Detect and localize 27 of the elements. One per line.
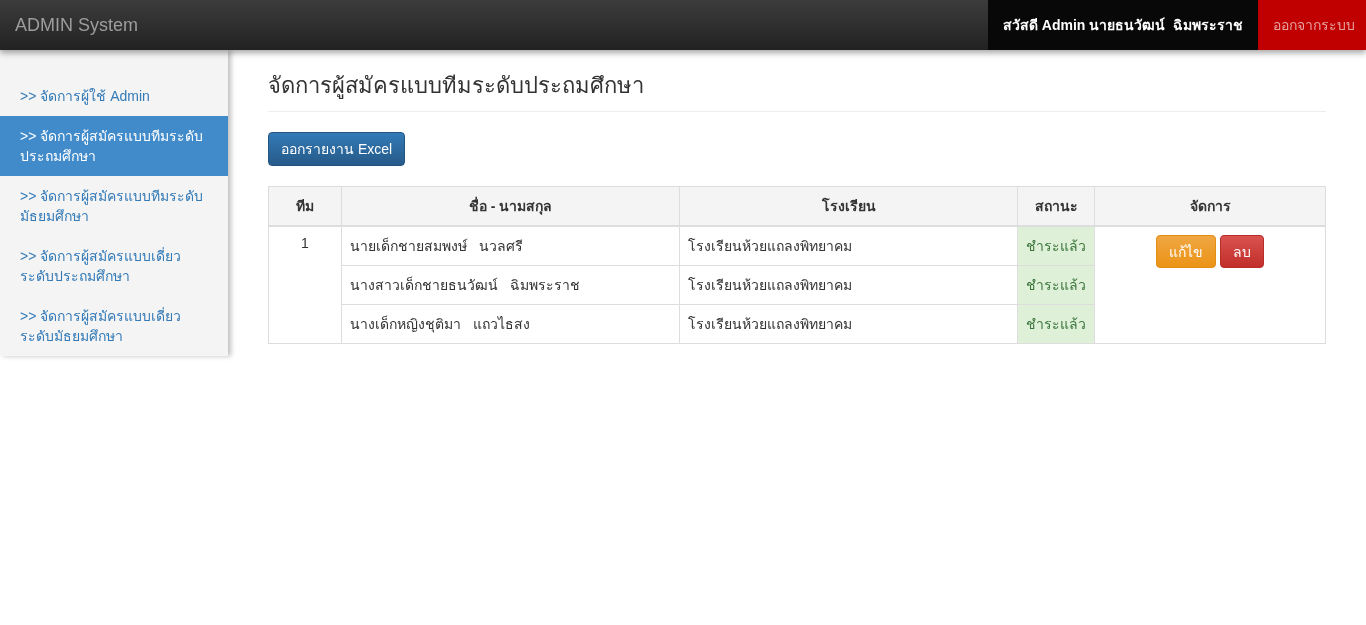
table-cell: นางสาวเด็กชายธนวัฒน์ ฉิมพระราช [341, 265, 680, 305]
delete-button[interactable]: ลบ [1220, 235, 1264, 268]
table-cell: 1 [268, 226, 342, 344]
column-header: ทีม [268, 186, 342, 226]
sidebar-item[interactable]: >> จัดการผู้สมัครแบบทีมระดับมัธยมศึกษา [0, 176, 228, 236]
greeting-text: สวัสดี Admin นายธนวัฒน์ ฉิมพระราช [987, 0, 1258, 50]
table-cell: โรงเรียนห้วยแถลงพิทยาคม [679, 226, 1018, 266]
sidebar-item[interactable]: >> จัดการผู้สมัครแบบทีมระดับประถมศึกษา [0, 116, 228, 176]
sidebar-item[interactable]: >> จัดการผู้สมัครแบบเดี่ยวระดับประถมศึกษา [0, 236, 228, 296]
status-cell: ชำระแล้ว [1017, 265, 1095, 305]
brand-link[interactable]: ADMIN System [0, 0, 153, 50]
column-header: ชื่อ - นามสกุล [341, 186, 680, 226]
table-cell: นายเด็กชายสมพงษ์ นวลศรี [341, 226, 680, 266]
sidebar-item[interactable]: >> จัดการผู้สมัครแบบเดี่ยวระดับมัธยมศึกษา [0, 296, 228, 356]
page-title: จัดการผู้สมัครแบบทีมระดับประถมศึกษา [268, 68, 1326, 112]
edit-button[interactable]: แก้ไข [1156, 235, 1216, 268]
export-excel-button[interactable]: ออกรายงาน Excel [268, 132, 406, 166]
column-header: โรงเรียน [679, 186, 1018, 226]
column-header: จัดการ [1094, 186, 1326, 226]
table-cell: โรงเรียนห้วยแถลงพิทยาคม [679, 304, 1018, 344]
status-cell: ชำระแล้ว [1017, 226, 1095, 266]
logout-link[interactable]: ออกจากระบบ [1258, 0, 1366, 50]
table-cell: นางเด็กหญิงชุติมา แถวไธสง [341, 304, 680, 344]
column-header: สถานะ [1017, 186, 1095, 226]
table-cell: โรงเรียนห้วยแถลงพิทยาคม [679, 265, 1018, 305]
sidebar-item[interactable]: >> จัดการผู้ใช้ Admin [0, 76, 228, 116]
status-cell: ชำระแล้ว [1017, 304, 1095, 344]
